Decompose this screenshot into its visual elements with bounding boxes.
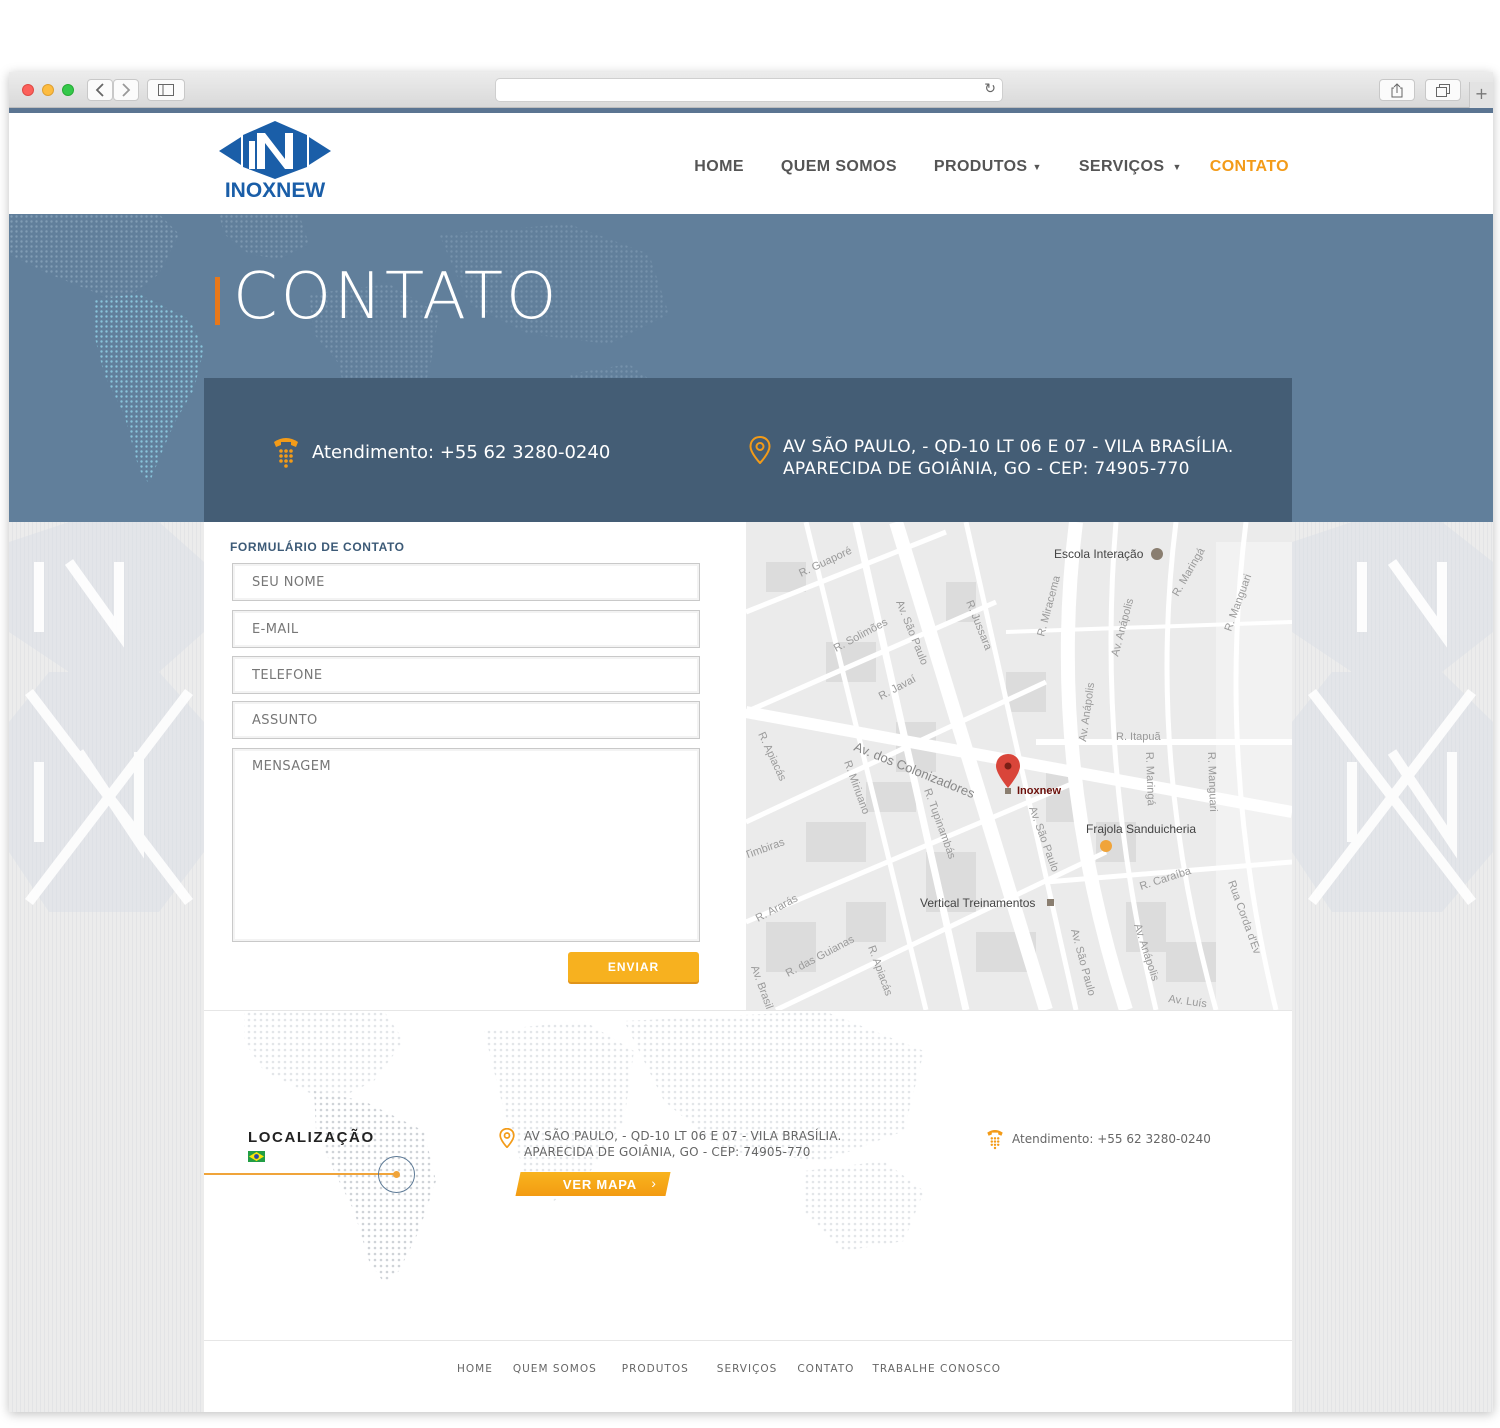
subject-field[interactable] xyxy=(232,701,700,739)
footer-link-servicos[interactable]: SERVIÇOS xyxy=(717,1363,778,1375)
svg-text:R. Manguari: R. Manguari xyxy=(1205,752,1219,812)
address-line-1: AV SÃO PAULO, - QD-10 LT 06 E 07 - VILA … xyxy=(783,437,1234,457)
map-marker-label: Inoxnew xyxy=(1017,785,1061,797)
address-bar[interactable]: ↻ xyxy=(495,78,1003,102)
left-background-pattern xyxy=(9,522,204,1412)
nav-item-label: SERVIÇOS xyxy=(1078,158,1165,175)
street-map-graphic: R. Guaporé Av. São Paulo R. Solimões R. … xyxy=(746,522,1292,1010)
location-pointer-line xyxy=(204,1173,396,1175)
inoxnew-logo[interactable]: INOXNEW xyxy=(219,121,331,203)
browser-titlebar: ↻ + xyxy=(9,72,1493,108)
place-marker-icon xyxy=(1047,899,1054,906)
share-button[interactable] xyxy=(1379,79,1415,101)
nav-item-label: CONTATO xyxy=(1209,158,1289,175)
right-background-pattern xyxy=(1292,522,1493,1412)
browser-window: ↻ + INOXNEW HOME QUEM SOMOS PRODUTOS ▼ SE xyxy=(9,72,1493,1412)
tabs-overview-button[interactable] xyxy=(1425,79,1461,101)
new-tab-button[interactable]: + xyxy=(1469,82,1493,108)
phone-icon xyxy=(274,438,298,468)
location-target-dot xyxy=(393,1171,400,1178)
address-line-2: APARECIDA DE GOIÂNIA, GO - CEP: 74905-77… xyxy=(524,1145,811,1159)
svg-text:R. Itapuã: R. Itapuã xyxy=(1116,731,1162,743)
location-title: LOCALIZAÇÃO xyxy=(248,1129,375,1146)
name-field[interactable] xyxy=(232,563,700,601)
school-icon xyxy=(1151,548,1163,560)
location-phone: Atendimento: +55 62 3280-0240 xyxy=(986,1128,1211,1150)
message-field[interactable] xyxy=(232,748,700,942)
tabs-icon xyxy=(1436,83,1450,97)
map-pin-icon xyxy=(749,436,771,464)
contact-form-title: FORMULÁRIO DE CONTATO xyxy=(230,540,405,554)
nav-item-quem-somos[interactable]: QUEM SOMOS xyxy=(781,158,897,176)
location-address: AV SÃO PAULO, - QD-10 LT 06 E 07 - VILA … xyxy=(499,1128,842,1160)
footer-link-contato[interactable]: CONTATO xyxy=(797,1363,854,1375)
world-map-dots-graphic xyxy=(244,1011,924,1283)
nav-item-label: QUEM SOMOS xyxy=(780,158,897,175)
minimize-window-button[interactable] xyxy=(42,84,54,96)
map-pin-icon xyxy=(499,1128,515,1148)
site-footer: HOME QUEM SOMOS PRODUTOS SERVIÇOS CONTAT… xyxy=(204,1340,1292,1412)
title-accent-bar xyxy=(215,277,220,325)
logo-wordmark: INOXNEW xyxy=(224,179,326,202)
caret-down-icon: ▼ xyxy=(1032,162,1042,172)
chevron-right-icon xyxy=(122,83,131,97)
location-section: LOCALIZAÇÃO AV SÃO PAULO, - QD-10 LT 06 … xyxy=(204,1010,1292,1340)
caret-down-icon: ▼ xyxy=(1172,162,1182,172)
page-title: CONTATO xyxy=(233,260,560,334)
location-address-text: AV SÃO PAULO, - QD-10 LT 06 E 07 - VILA … xyxy=(524,1128,842,1160)
back-button[interactable] xyxy=(87,79,113,101)
nav-item-label: HOME xyxy=(694,158,744,175)
forward-button[interactable] xyxy=(113,79,139,101)
reload-icon[interactable]: ↻ xyxy=(984,81,996,97)
close-window-button[interactable] xyxy=(22,84,34,96)
chevron-right-icon: › xyxy=(650,1175,657,1191)
map-place-frajola: Frajola Sanduicheria xyxy=(1086,822,1196,836)
contact-info-box: Atendimento: +55 62 3280-0240 AV SÃO PAU… xyxy=(204,378,1292,522)
hero-address-text: AV SÃO PAULO, - QD-10 LT 06 E 07 - VILA … xyxy=(783,436,1234,480)
footer-link-quem-somos[interactable]: QUEM SOMOS xyxy=(513,1363,597,1375)
footer-link-trabalhe-conosco[interactable]: TRABALHE CONOSCO xyxy=(872,1363,1001,1375)
page-hero: CONTATO Atendimento: +55 62 3280-0240 AV… xyxy=(9,214,1493,522)
nav-item-servicos[interactable]: SERVIÇOS ▼ xyxy=(1079,158,1182,176)
send-button[interactable]: ENVIAR xyxy=(568,952,699,982)
location-map[interactable]: R. Guaporé Av. São Paulo R. Solimões R. … xyxy=(746,522,1292,1010)
logo-emblem-icon xyxy=(219,121,331,179)
main-nav: HOME QUEM SOMOS PRODUTOS ▼ SERVIÇOS ▼ CONT… xyxy=(657,158,1289,176)
footer-link-produtos[interactable]: PRODUTOS xyxy=(622,1363,689,1375)
logo-pattern-graphic xyxy=(1292,522,1493,912)
hero-address: AV SÃO PAULO, - QD-10 LT 06 E 07 - VILA … xyxy=(749,436,1234,480)
footer-nav: HOME QUEM SOMOS PRODUTOS SERVIÇOS CONTAT… xyxy=(457,1363,1021,1375)
address-line-2: APARECIDA DE GOIÂNIA, GO - CEP: 74905-77… xyxy=(783,459,1190,479)
location-phone-text: Atendimento: +55 62 3280-0240 xyxy=(1012,1132,1211,1146)
sidebar-toggle-button[interactable] xyxy=(147,79,185,101)
map-place-vertical: Vertical Treinamentos xyxy=(920,896,1035,910)
sidebar-icon xyxy=(158,84,174,96)
logo-pattern-graphic xyxy=(9,522,204,912)
restaurant-icon xyxy=(1100,840,1112,852)
svg-text:R. Maringá: R. Maringá xyxy=(1143,752,1157,807)
share-icon xyxy=(1391,82,1403,97)
phone-field[interactable] xyxy=(232,656,700,694)
view-map-button[interactable]: VER MAPA › xyxy=(515,1172,671,1196)
nav-item-contato[interactable]: CONTATO xyxy=(1210,158,1289,176)
site-header: INOXNEW HOME QUEM SOMOS PRODUTOS ▼ SERVIÇ… xyxy=(9,113,1493,214)
nav-item-produtos[interactable]: PRODUTOS ▼ xyxy=(934,158,1042,176)
address-line-1: AV SÃO PAULO, - QD-10 LT 06 E 07 - VILA … xyxy=(524,1129,842,1143)
map-place-escola: Escola Interação xyxy=(1054,547,1144,561)
hero-phone-text: Atendimento: +55 62 3280-0240 xyxy=(312,441,611,463)
phone-icon xyxy=(987,1130,1003,1150)
chevron-left-icon xyxy=(95,83,104,97)
nav-item-home[interactable]: HOME xyxy=(694,158,744,176)
zoom-window-button[interactable] xyxy=(62,84,74,96)
hero-phone: Atendimento: +55 62 3280-0240 xyxy=(272,436,610,468)
view-map-label: VER MAPA xyxy=(562,1176,638,1192)
brazil-flag-icon xyxy=(248,1151,265,1162)
footer-link-home[interactable]: HOME xyxy=(457,1363,493,1375)
email-field[interactable] xyxy=(232,610,700,648)
main-content: FORMULÁRIO DE CONTATO ENVIAR xyxy=(204,522,1292,1412)
nav-item-label: PRODUTOS xyxy=(933,158,1028,175)
